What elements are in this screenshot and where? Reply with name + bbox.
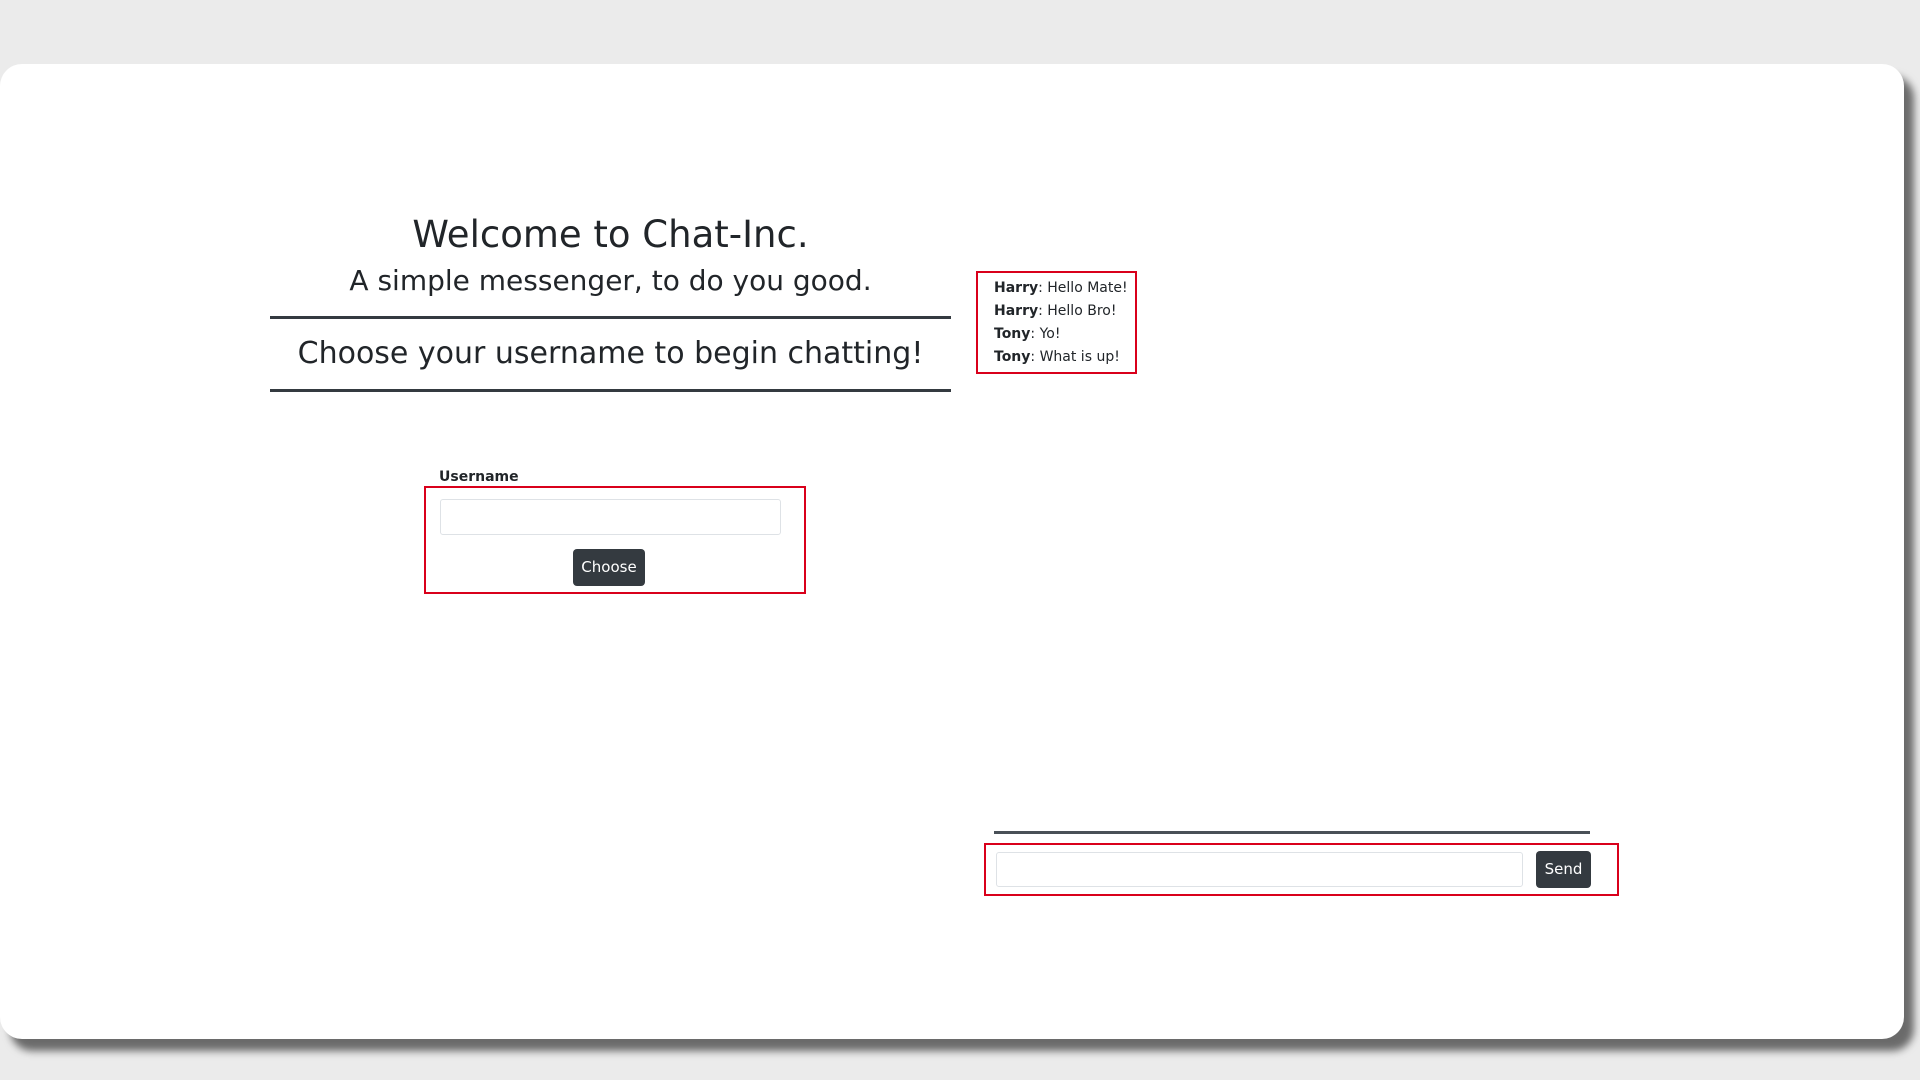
message-user: Harry bbox=[994, 280, 1039, 296]
page-title: Welcome to Chat-Inc. bbox=[412, 213, 809, 256]
message-item: Tony: What is up! bbox=[994, 346, 1135, 369]
page-subtitle: A simple messenger, to do you good. bbox=[349, 264, 872, 297]
username-label: Username bbox=[439, 469, 519, 485]
message-input[interactable] bbox=[996, 852, 1523, 887]
send-button[interactable]: Send bbox=[1536, 851, 1591, 888]
message-user: Harry bbox=[994, 303, 1039, 319]
chat-divider bbox=[994, 831, 1590, 834]
username-form: Choose bbox=[424, 486, 806, 594]
message-text: : What is up! bbox=[1030, 349, 1120, 365]
divider bbox=[270, 389, 951, 392]
message-item: Harry: Hello Bro! bbox=[994, 300, 1135, 323]
message-user: Tony bbox=[994, 349, 1031, 365]
message-composer: Send bbox=[984, 843, 1619, 896]
username-prompt: Choose your username to begin chatting! bbox=[297, 336, 924, 371]
message-text: : Hello Bro! bbox=[1038, 303, 1117, 319]
welcome-section: Welcome to Chat-Inc. A simple messenger,… bbox=[270, 210, 951, 392]
username-input[interactable] bbox=[440, 499, 781, 535]
message-text: : Yo! bbox=[1030, 326, 1061, 342]
message-item: Harry: Hello Mate! bbox=[994, 277, 1135, 300]
message-list: Harry: Hello Mate! Harry: Hello Bro! Ton… bbox=[976, 271, 1137, 374]
message-item: Tony: Yo! bbox=[994, 323, 1135, 346]
choose-button[interactable]: Choose bbox=[573, 549, 645, 586]
message-text: : Hello Mate! bbox=[1038, 280, 1128, 296]
message-user: Tony bbox=[994, 326, 1031, 342]
